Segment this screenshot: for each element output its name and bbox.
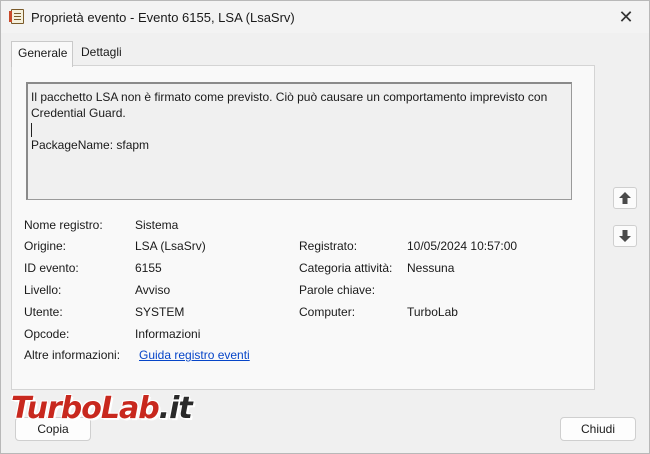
event-description-box[interactable]: Il pacchetto LSA non è firmato come prev…: [26, 82, 572, 200]
description-caret-line: [31, 121, 568, 137]
value-registrato: 10/05/2024 10:57:00: [407, 239, 517, 253]
description-line-3: PackageName: sfapm: [31, 137, 568, 153]
label-utente: Utente:: [24, 305, 63, 319]
label-computer: Computer:: [299, 305, 355, 319]
event-properties-window: Proprietà evento - Evento 6155, LSA (Lsa…: [0, 0, 650, 454]
label-parole-chiave: Parole chiave:: [299, 283, 375, 297]
link-guida-registro-eventi[interactable]: Guida registro eventi: [139, 348, 250, 362]
label-origine: Origine:: [24, 239, 66, 253]
value-nome-registro: Sistema: [135, 218, 178, 232]
arrow-down-icon: [618, 229, 632, 243]
previous-event-button[interactable]: [613, 187, 637, 209]
label-categoria-attivita: Categoria attività:: [299, 261, 392, 275]
arrow-up-icon: [618, 191, 632, 205]
label-id-evento: ID evento:: [24, 261, 79, 275]
turbolab-watermark: TurboLab.it: [11, 391, 192, 431]
tab-generale[interactable]: Generale: [11, 41, 73, 67]
tab-dettagli[interactable]: Dettagli: [75, 41, 137, 65]
description-line-1: Il pacchetto LSA non è firmato come prev…: [31, 89, 568, 105]
value-computer: TurboLab: [407, 305, 458, 319]
close-button[interactable]: Chiudi: [560, 417, 636, 441]
next-event-button[interactable]: [613, 225, 637, 247]
window-title: Proprietà evento - Evento 6155, LSA (Lsa…: [31, 10, 295, 25]
watermark-text: TurboLab: [11, 391, 159, 426]
text-caret: [31, 123, 32, 137]
label-altre-informazioni: Altre informazioni:: [24, 348, 120, 362]
label-livello: Livello:: [24, 283, 61, 297]
label-opcode: Opcode:: [24, 327, 69, 341]
label-registrato: Registrato:: [299, 239, 357, 253]
event-viewer-icon: [11, 9, 24, 24]
description-line-2: Credential Guard.: [31, 105, 568, 121]
watermark-suffix: .it: [159, 391, 192, 426]
label-nome-registro: Nome registro:: [24, 218, 103, 232]
value-id-evento: 6155: [135, 261, 162, 275]
value-categoria-attivita: Nessuna: [407, 261, 454, 275]
close-icon[interactable]: ✕: [611, 5, 641, 29]
value-opcode: Informazioni: [135, 327, 200, 341]
title-bar: Proprietà evento - Evento 6155, LSA (Lsa…: [1, 1, 649, 33]
value-origine: LSA (LsaSrv): [135, 239, 206, 253]
value-utente: SYSTEM: [135, 305, 184, 319]
value-livello: Avviso: [135, 283, 170, 297]
